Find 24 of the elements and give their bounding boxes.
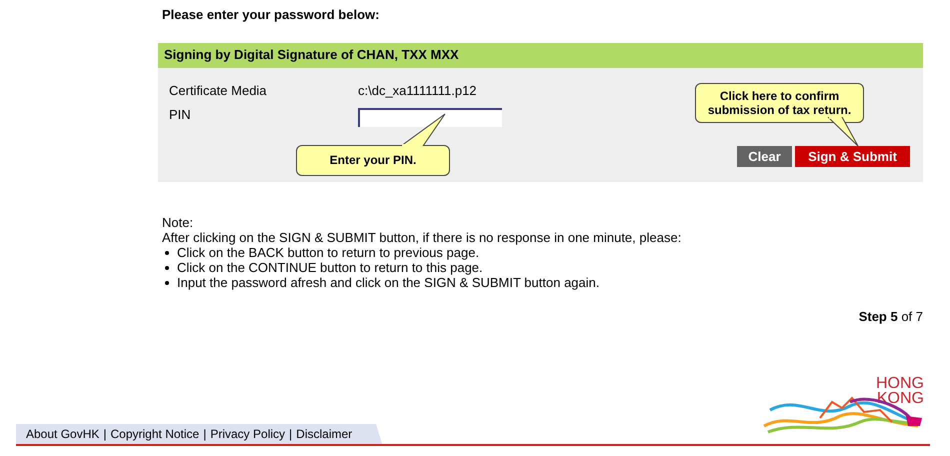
footer-link[interactable]: Disclaimer xyxy=(296,427,352,441)
footer-link[interactable]: Privacy Policy xyxy=(210,427,286,441)
note-item: Click on the CONTINUE button to return to this page. xyxy=(177,260,483,275)
separator: | xyxy=(289,427,292,441)
pin-field[interactable] xyxy=(358,108,502,126)
logo-text: HONG xyxy=(876,376,924,391)
footer-link[interactable]: About GovHK xyxy=(26,427,100,441)
panel-title: Signing by Digital Signature of CHAN, TXX MXX xyxy=(158,43,923,68)
separator: | xyxy=(203,427,206,441)
clear-button[interactable]: Clear xyxy=(737,146,792,167)
footer-link[interactable]: Copyright Notice xyxy=(110,427,200,441)
separator: | xyxy=(103,427,106,441)
step-indicator: Step 5 of 7 xyxy=(858,309,923,324)
note-item: Input the password afresh and click on the SIGN & SUBMIT button again. xyxy=(177,275,600,290)
field-label: Certificate Media xyxy=(169,82,268,98)
note-title: Note: xyxy=(162,215,194,230)
logo-text: KONG xyxy=(876,391,924,406)
sign-submit-button[interactable]: Sign & Submit xyxy=(795,146,910,167)
callout-tail xyxy=(826,117,860,147)
note-text: After clicking on the SIGN & SUBMIT button, if there is no response in one minute, please: xyxy=(162,230,682,245)
note-item: Click on the BACK button to return to previous page. xyxy=(177,245,480,260)
field-label: PIN xyxy=(169,106,192,122)
page-heading: Please enter your password below: xyxy=(161,7,380,24)
certificate-path: c:\dc_xa1111111.p12 xyxy=(358,82,477,98)
